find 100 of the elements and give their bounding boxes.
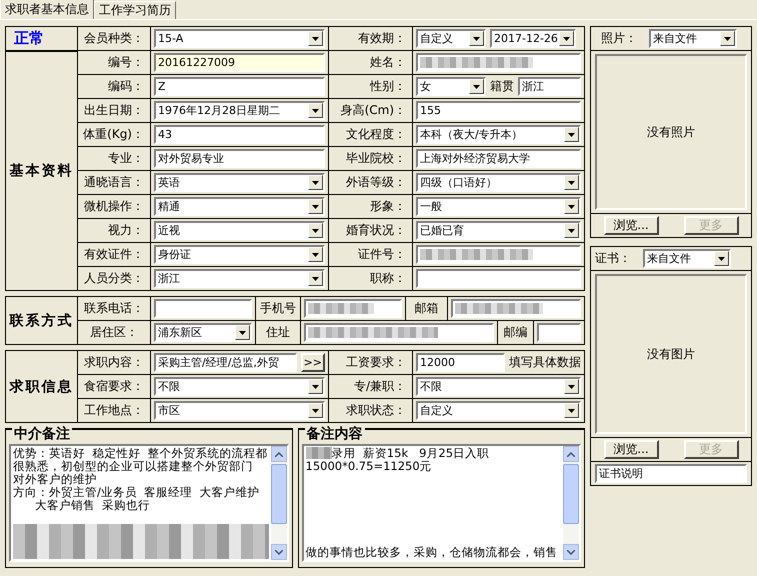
dropdown[interactable]: 本科（夜大/专升本） [416,125,581,144]
field-label: 编号： [108,54,144,71]
field-label: 邮箱 [414,300,438,317]
dropdown[interactable]: 不限 [416,377,581,396]
dropdown[interactable]: 四级（口语好） [416,173,581,192]
notes-textarea[interactable]: 优势：英语好 稳定性好 整个外贸系统的流程都 很熟悉，初创型的企业可以搭建整个外贸部门 对外客户的维护 方向：外贸主管/业务员 客服经理 大客户维护 大客户销售 采购也行 [9,444,288,562]
field-label: 专业： [108,150,144,167]
field-label: 毕业院校： [346,150,406,167]
field-label: 联系电话： [84,300,144,317]
caret-icon [469,79,484,94]
dropdown[interactable]: 来自文件 [649,29,737,48]
dropdown[interactable]: 浦东新区 [154,323,252,342]
caret-icon [714,251,729,266]
field-label: 职称： [370,270,406,287]
field-label: 求职状态： [346,402,406,419]
note-text: 15000*0.75=11250元 [306,460,432,473]
field-label: 填写具体数据 [509,354,581,371]
blurred-field[interactable] [304,323,494,342]
field-label: 微机操作： [84,198,144,215]
section-heading: 求职信息 [10,378,74,396]
note-text: 方向：外贸主管/业务员 客服经理 大客户维护 [13,486,260,499]
caret-icon [559,31,574,46]
dropdown[interactable]: 2017-12-26 [490,29,576,48]
field-label: 通晓语言： [84,174,144,191]
blurred-field[interactable] [416,53,581,72]
caret-icon [564,175,579,190]
field-label: 居住区： [90,324,138,341]
text-field[interactable] [416,269,581,288]
panel-button[interactable]: 浏览... [604,216,658,235]
text-field[interactable]: 43 [154,125,325,144]
field-label: 照片： [601,30,637,47]
field-label: 体重(Kg)： [83,126,144,143]
tab[interactable]: 求职者基本信息 [0,0,94,19]
caret-icon [308,403,323,418]
text-field[interactable] [154,299,252,318]
group-title: 中介备注 [12,427,72,442]
dropdown[interactable]: 女 [416,77,486,96]
note-text: 优势：英语好 稳定性好 整个外贸系统的流程都 [13,447,268,460]
text-field[interactable]: Z [154,77,325,96]
field-label: 姓名： [370,54,406,71]
field-label: 视力： [108,222,144,239]
dropdown[interactable]: 市区 [154,401,325,420]
empty-image-text: 没有照片 [647,124,695,140]
field-label: 身高(Cm)： [340,102,406,119]
field-label: 会员种类： [84,30,144,47]
caret-icon [564,127,579,142]
scrollbar[interactable] [270,446,286,560]
dropdown[interactable]: 精通 [154,197,325,216]
dropdown[interactable]: 1976年12月28日星期二 [154,101,325,120]
scroll-thumb[interactable] [563,464,579,524]
text-field[interactable]: 155 [416,101,581,120]
text-field[interactable]: 12000 [416,353,505,372]
group-title: 备注内容 [304,427,364,442]
caret-icon [308,175,323,190]
panel-button[interactable]: 浏览... [604,440,658,459]
text-field[interactable]: 20161227009 [154,53,325,72]
dropdown[interactable]: 自定义 [416,29,486,48]
dropdown[interactable]: 自定义 [416,401,581,420]
blurred-field[interactable] [451,299,581,318]
caret-icon [469,31,484,46]
dropdown[interactable]: 15-A [154,29,325,48]
text-field[interactable]: 对外贸易专业 [154,149,325,168]
dropdown[interactable]: 英语 [154,173,325,192]
caret-icon [564,379,579,394]
caret-icon [564,223,579,238]
section-heading: 联系方式 [10,312,74,330]
dropdown[interactable]: 身份证 [154,245,325,264]
notes-textarea[interactable]: 录用 薪资15k 9月25日入职 15000*0.75=11250元 做的事情也比较多，采购，仓储物流都会，销售 [302,444,581,562]
caret-icon [308,103,323,118]
field-label: 有效证件： [84,246,144,263]
text-field[interactable] [537,323,581,342]
caret-icon [308,31,323,46]
caret-icon [308,379,323,394]
blurred-field[interactable] [304,299,402,318]
dropdown[interactable]: 已婚已育 [416,221,581,240]
scrollbar[interactable] [563,446,579,560]
more-button[interactable]: >> [300,353,325,372]
dropdown[interactable]: 浙江 [154,269,325,288]
caret-icon [564,403,579,418]
dropdown[interactable]: 来自文件 [643,249,731,268]
field-label: 工作地点： [84,402,144,419]
dropdown[interactable]: 近视 [154,221,325,240]
note-text: 录用 薪资15k 9月25日入职 [332,447,490,460]
field-label: 证书： [595,250,631,267]
text-field[interactable]: 采购主管/经理/总监,外贸 [154,353,297,372]
status-label: 正常 [6,27,77,52]
blurred-field[interactable] [416,245,581,264]
tab[interactable]: 工作学习简历 [94,1,176,19]
text-field[interactable]: 证书说明 [595,464,747,483]
text-field[interactable]: 浙江 [518,77,581,96]
dropdown[interactable]: 一般 [416,197,581,216]
dropdown[interactable]: 不限 [154,377,325,396]
caret-icon [308,271,323,286]
scroll-thumb[interactable] [270,464,286,524]
field-label: 外语等级： [346,174,406,191]
field-label: 有效期： [358,30,406,47]
text-field[interactable]: 上海对外经济贸易大学 [416,149,581,168]
caret-icon [308,199,323,214]
empty-image-text: 没有图片 [647,346,695,362]
caret-icon [564,199,579,214]
